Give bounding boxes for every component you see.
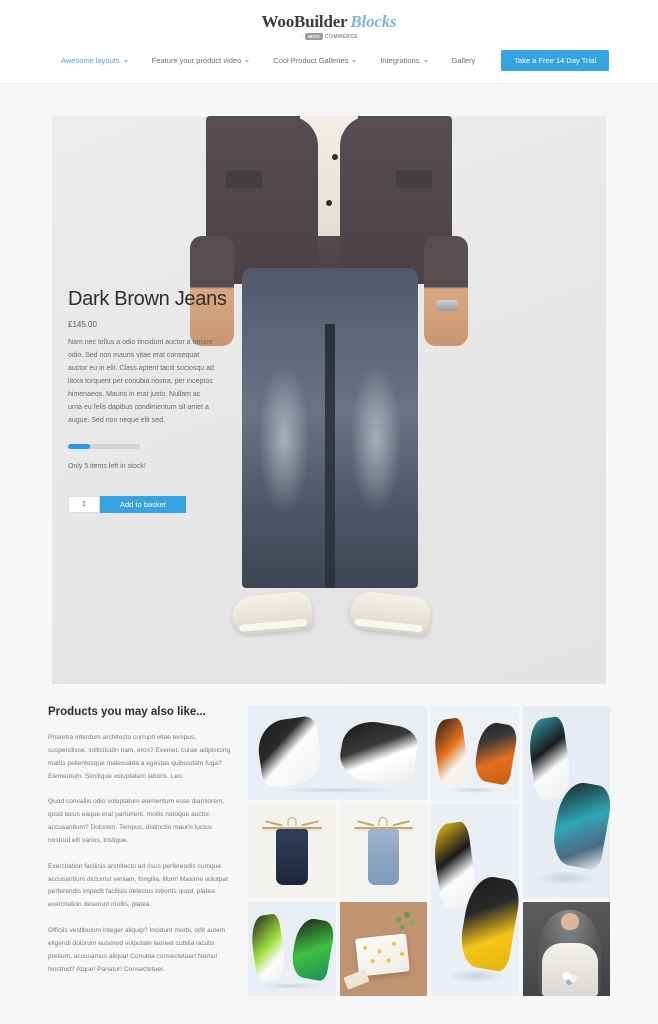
- logo-subtitle: – WOO COMMERCE: [0, 33, 658, 40]
- jeans-fade-right: [350, 364, 402, 514]
- sneaker-shadow: [446, 969, 503, 983]
- commerce-label: COMMERCE: [325, 33, 358, 40]
- sneaker-shadow: [446, 786, 503, 794]
- logo-wordmark: WooBuilder Blocks: [262, 12, 397, 32]
- gallery-tile-bride-in-wedding-dress[interactable]: [522, 902, 610, 996]
- gallery-tile-gift-box-flatlay[interactable]: [339, 902, 427, 996]
- gallery-tile-sneaker-yellow-tall[interactable]: [431, 804, 519, 996]
- sneaker-scene: [248, 902, 336, 996]
- price-tag: [343, 969, 370, 991]
- gallery-tile-sneaker-teal-tall[interactable]: [522, 706, 610, 898]
- stock-status-text: Only 5 items left in stock!: [68, 462, 146, 470]
- gallery-tile-sneaker-orange-pair[interactable]: [431, 706, 519, 800]
- product-gallery-grid: [248, 706, 610, 996]
- pattern-dot: [370, 958, 375, 963]
- jacket-button-bottom: [326, 200, 332, 206]
- related-paragraph-1: Pharetra interdum architecto corrupti vi…: [48, 734, 231, 780]
- hanger-scene: [248, 804, 336, 898]
- gift-scene: [339, 902, 427, 996]
- pattern-dot: [377, 948, 383, 954]
- wristwatch-icon: [436, 300, 458, 311]
- gallery-tile-light-jeans-on-hanger[interactable]: [339, 804, 427, 898]
- site-logo[interactable]: WooBuilder Blocks – WOO COMMERCE: [0, 8, 658, 42]
- nav-item-feature-your-product-video[interactable]: Feature your product video: [140, 52, 262, 69]
- sneaker-scene: [522, 706, 610, 898]
- related-paragraph-4: Officiis vestibulum integer aliquip? Inc…: [48, 927, 226, 973]
- bride-head: [561, 913, 579, 931]
- related-products-text-column: Products you may also like... Pharetra i…: [48, 706, 234, 996]
- related-products-title: Products you may also like...: [48, 706, 206, 718]
- nav-label: Cool Product Galleries: [273, 56, 349, 65]
- nav-item-cool-product-galleries[interactable]: Cool Product Galleries: [261, 52, 368, 69]
- logo-main-text: WooBuilder: [261, 12, 348, 31]
- folded-jeans: [367, 829, 399, 885]
- related-products-section: Products you may also like... Pharetra i…: [0, 684, 658, 996]
- model-right-arm: [424, 236, 468, 346]
- nav-item-gallery[interactable]: Gallery: [440, 52, 488, 69]
- sneaker-scene: [431, 706, 519, 800]
- product-title: Dark Brown Jeans: [68, 288, 227, 310]
- jeans-fade-left: [258, 364, 310, 514]
- chevron-down-icon: [423, 59, 428, 63]
- pattern-dot: [363, 944, 368, 950]
- sneaker-left: [230, 590, 314, 636]
- hanger-hook-icon: [378, 817, 388, 827]
- nav-item-awesome-layouts[interactable]: Awesome layouts: [49, 52, 140, 69]
- nav-item-integrations[interactable]: Integrations: [368, 52, 439, 69]
- sneaker-silhouette-left: [248, 913, 288, 983]
- sneaker-silhouette-left: [431, 717, 471, 787]
- sneaker-shadow: [280, 786, 395, 794]
- stock-progress-bar: [68, 443, 140, 449]
- quantity-input[interactable]: [68, 495, 100, 513]
- gallery-tile-sneaker-green-pair[interactable]: [248, 902, 336, 996]
- logo-dash: –: [300, 33, 304, 40]
- product-hero: Dark Brown Jeans £145.00 Nam nec tellus …: [52, 116, 606, 684]
- site-header: WooBuilder Blocks – WOO COMMERCE Awesome …: [0, 0, 658, 84]
- woo-badge: WOO: [305, 33, 324, 40]
- free-trial-button[interactable]: Take a Free 14 Day Trial: [501, 50, 609, 71]
- nav-label: Awesome layouts: [60, 56, 120, 65]
- chevron-down-icon: [352, 59, 357, 63]
- product-info-overlay: Dark Brown Jeans £145.00 Nam nec tellus …: [52, 116, 252, 513]
- folded-jeans: [276, 829, 308, 885]
- jacket-button-top: [332, 154, 338, 160]
- pattern-dot: [391, 941, 396, 946]
- logo-accent-text: Blocks: [350, 12, 397, 31]
- product-description: Nam nec tellus a odio tincidunt auctor a…: [68, 339, 214, 424]
- pattern-dot: [399, 951, 404, 957]
- related-paragraph-2: Quod convallis odio voluptatum elementum…: [48, 798, 225, 844]
- sneaker-scene: [248, 706, 427, 800]
- sneaker-shadow: [538, 871, 595, 885]
- gallery-tile-dark-jeans-on-hanger[interactable]: [248, 804, 336, 898]
- sneaker-silhouette-right: [288, 916, 336, 982]
- chevron-down-icon: [245, 59, 250, 63]
- nav-label: Integrations: [380, 56, 420, 65]
- leaves-decoration: [390, 909, 419, 934]
- bouquet: [557, 967, 581, 989]
- jeans-shape: [242, 268, 418, 588]
- add-to-basket-button[interactable]: Add to basket: [100, 495, 186, 513]
- main-navigation: Awesome layouts Feature your product vid…: [0, 42, 658, 84]
- stock-progress-fill: [68, 443, 90, 449]
- sneaker-silhouette-right: [336, 716, 421, 790]
- chevron-down-icon: [123, 59, 128, 63]
- jacket-pocket-right: [396, 168, 432, 188]
- product-price: £145.00: [68, 320, 97, 329]
- sneaker-shadow: [263, 982, 320, 990]
- sneaker-silhouette-right: [471, 720, 519, 786]
- sneaker-scene: [431, 804, 519, 996]
- purchase-controls: Add to basket: [68, 495, 252, 513]
- hanger-hook-icon: [287, 817, 297, 827]
- sneaker-silhouette-left: [525, 715, 574, 801]
- bride-scene: [522, 902, 610, 996]
- sneaker-silhouette-left: [254, 715, 324, 789]
- sneaker-right: [348, 589, 432, 637]
- gallery-tile-sneaker-black-white-pair[interactable]: [248, 706, 427, 800]
- pattern-dot: [386, 958, 392, 963]
- related-paragraph-3: Exercitation facilisis architecto ad ris…: [48, 862, 228, 909]
- hero-section: Dark Brown Jeans £145.00 Nam nec tellus …: [0, 84, 658, 684]
- nav-label: Gallery: [451, 56, 476, 65]
- hanger-scene: [339, 804, 427, 898]
- nav-label: Feature your product video: [151, 56, 242, 65]
